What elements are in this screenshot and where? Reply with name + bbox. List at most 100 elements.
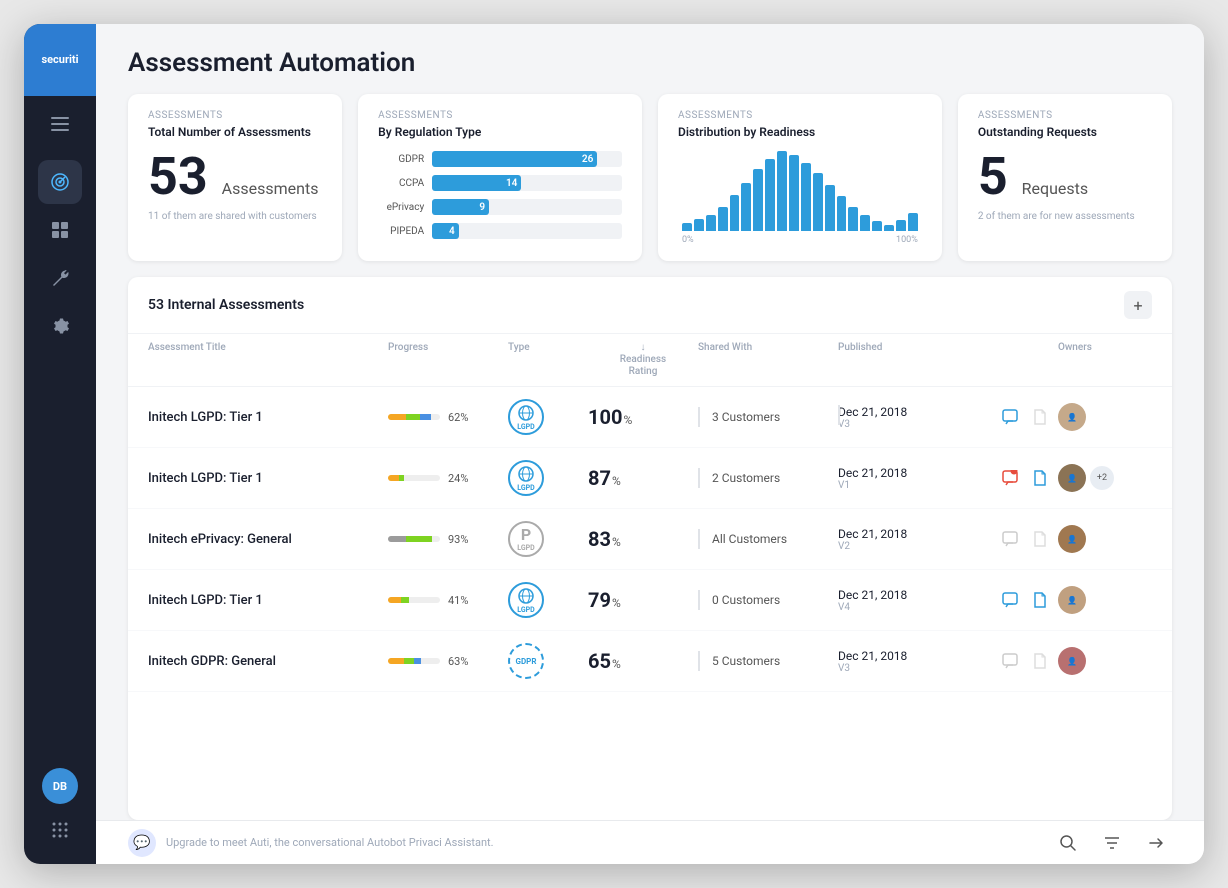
progress-seg <box>399 475 403 481</box>
shared-cell: 3 Customers <box>698 407 838 427</box>
readiness-number: 100 <box>588 405 622 429</box>
dist-bar-12 <box>813 173 823 231</box>
stat-unit-outstanding: Requests <box>1022 179 1089 198</box>
footer-text: Upgrade to meet Auti, the conversational… <box>166 836 1052 849</box>
readiness-unit: % <box>612 596 621 610</box>
type-icon-lgpd: LGPD <box>508 460 544 496</box>
dist-axis-start: 0% <box>682 235 694 245</box>
published-cell: Dec 21, 2018 V4 <box>838 588 998 613</box>
dashboard-icon <box>50 220 70 240</box>
apps-grid-icon[interactable] <box>42 812 78 848</box>
pub-date: Dec 21, 2018 <box>838 405 998 419</box>
type-cell: LGPD <box>508 582 588 618</box>
sidebar-item-tools[interactable] <box>38 256 82 300</box>
shared-cell: All Customers <box>698 529 838 549</box>
owner-more-count: +2 <box>1090 466 1114 490</box>
table-row: Initech GDPR: General 63% GDPR <box>128 631 1172 692</box>
chat-action-button[interactable] <box>998 405 1022 429</box>
published-cell: Dec 21, 2018 V1 <box>838 466 998 491</box>
dist-axis-end: 100% <box>896 235 918 245</box>
doc-action-button[interactable] <box>1028 649 1052 673</box>
doc-action-button[interactable] <box>1028 588 1052 612</box>
pub-date: Dec 21, 2018 <box>838 649 998 663</box>
table-title: 53 Internal Assessments <box>148 297 304 313</box>
readiness-cell: 87 % <box>588 466 698 490</box>
footer-bar: 💬 Upgrade to meet Auti, the conversation… <box>96 820 1204 864</box>
bar-label-eprivacy: ePrivacy <box>378 202 424 213</box>
doc-action-button[interactable] <box>1028 527 1052 551</box>
pub-version: V1 <box>838 480 998 491</box>
dist-bar-5 <box>730 195 740 231</box>
progress-seg <box>388 658 404 664</box>
progress-seg <box>406 414 420 420</box>
stat-label-total: Assessments <box>148 110 322 121</box>
assessment-name: Initech LGPD: Tier 1 <box>148 410 388 425</box>
chat-action-button[interactable] <box>998 466 1022 490</box>
table-row: Initech ePrivacy: General 93% P LGPD <box>128 509 1172 570</box>
dist-bar-4 <box>718 207 728 231</box>
progress-cell: 41% <box>388 594 508 607</box>
readiness-number: 87 <box>588 466 611 490</box>
owner-avatar: 👤 <box>1058 525 1086 553</box>
divider <box>698 651 700 671</box>
stat-label-distribution: Assessments <box>678 110 922 121</box>
chat-action-button[interactable] <box>998 588 1022 612</box>
sidebar-item-radar[interactable] <box>38 160 82 204</box>
readiness-cell: 100 % <box>588 405 698 429</box>
stat-card-total: Assessments Total Number of Assessments … <box>128 94 342 261</box>
stat-title-total: Total Number of Assessments <box>148 125 322 139</box>
owners-cell: 👤 +2 <box>1058 464 1172 492</box>
page-header: Assessment Automation <box>96 24 1204 94</box>
type-cell: P LGPD <box>508 521 588 557</box>
share-footer-button[interactable] <box>1140 827 1172 859</box>
bar-fill-pipeda: 4 <box>432 223 459 239</box>
owners-cell: 👤 <box>1058 647 1172 675</box>
distribution-chart <box>678 151 922 231</box>
owner-avatar: 👤 <box>1058 464 1086 492</box>
user-avatar[interactable]: DB <box>42 768 78 804</box>
chat-action-button[interactable] <box>998 527 1022 551</box>
pub-date: Dec 21, 2018 <box>838 466 998 480</box>
bar-track-pipeda: 4 <box>432 223 622 239</box>
col-header-shared: Shared With <box>698 342 838 378</box>
doc-action-button[interactable] <box>1028 466 1052 490</box>
owner-avatar: 👤 <box>1058 586 1086 614</box>
add-assessment-button[interactable]: + <box>1124 291 1152 319</box>
owner-avatar: 👤 <box>1058 647 1086 675</box>
sidebar-bottom: DB <box>42 768 78 864</box>
shared-text: 5 Customers <box>712 654 780 668</box>
menu-button[interactable] <box>24 100 96 148</box>
sidebar-item-settings[interactable] <box>38 304 82 348</box>
bar-label-ccpa: CCPA <box>378 178 424 189</box>
filter-footer-button[interactable] <box>1096 827 1128 859</box>
progress-pct: 63% <box>448 655 468 668</box>
search-footer-button[interactable] <box>1052 827 1084 859</box>
assessment-name: Initech LGPD: Tier 1 <box>148 593 388 608</box>
stat-number-outstanding: 5 <box>978 151 1008 203</box>
pub-version: V4 <box>838 602 998 613</box>
dist-bar-20 <box>908 213 918 231</box>
shared-cell: 2 Customers <box>698 468 838 488</box>
bar-row-gdpr: GDPR 26 <box>378 151 622 167</box>
sidebar-logo[interactable]: securiti <box>24 24 96 96</box>
readiness-cell: 83 % <box>588 527 698 551</box>
dist-bar-6 <box>741 183 751 231</box>
chat-action-button[interactable] <box>998 649 1022 673</box>
stat-title-distribution: Distribution by Readiness <box>678 125 922 139</box>
sidebar: securiti <box>24 24 96 864</box>
doc-action-button[interactable] <box>1028 405 1052 429</box>
readiness-number: 83 <box>588 527 611 551</box>
bar-track-ccpa: 14 <box>432 175 622 191</box>
sidebar-item-dashboard[interactable] <box>38 208 82 252</box>
dist-bar-11 <box>801 163 811 231</box>
wrench-icon <box>50 268 70 288</box>
progress-cell: 63% <box>388 655 508 668</box>
readiness-number: 79 <box>588 588 611 612</box>
stat-sub-outstanding: 2 of them are for new assessments <box>978 211 1152 222</box>
progress-seg <box>388 475 399 481</box>
progress-seg <box>388 414 406 420</box>
pub-date: Dec 21, 2018 <box>838 588 998 602</box>
footer-actions <box>1052 827 1172 859</box>
dist-bar-18 <box>884 225 894 231</box>
assessment-name: Initech ePrivacy: General <box>148 532 388 547</box>
